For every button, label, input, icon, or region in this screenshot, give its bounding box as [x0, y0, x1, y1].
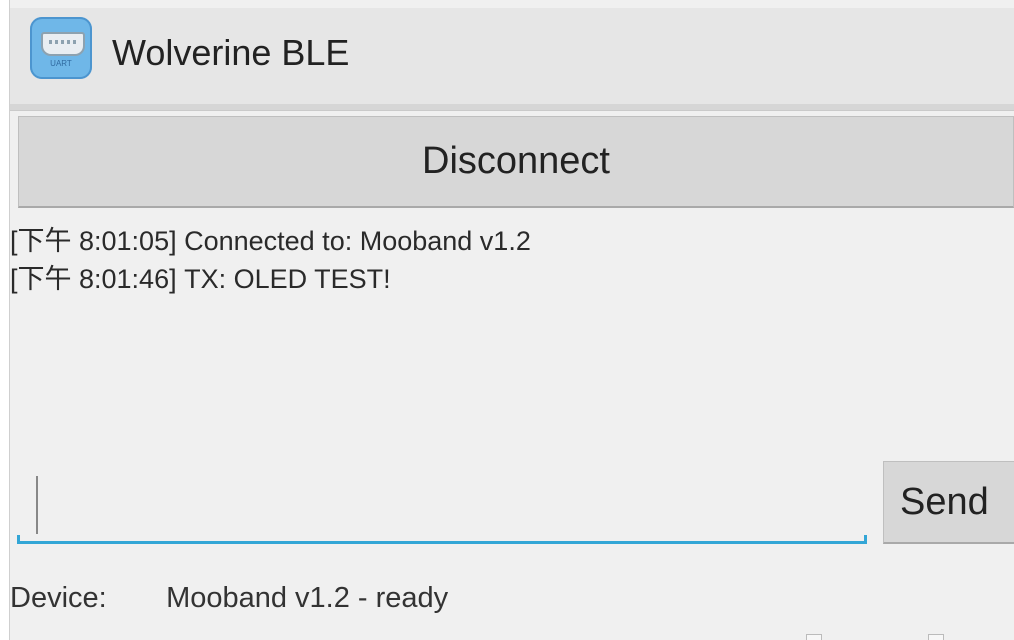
message-input[interactable]	[17, 470, 867, 542]
uart-connector-icon: UART	[30, 17, 92, 79]
bottom-edge-marks	[800, 632, 1014, 640]
serial-port-graphic	[41, 32, 85, 56]
device-status-label: Device:	[10, 582, 107, 614]
app-title: Wolverine BLE	[112, 32, 350, 73]
disconnect-button[interactable]: Disconnect	[18, 116, 1014, 208]
text-cursor	[36, 476, 38, 534]
log-line: [下午 8:01:05] Connected to: Mooband v1.2	[10, 226, 531, 256]
app-icon-caption: UART	[50, 59, 72, 68]
window-edge	[0, 0, 10, 640]
action-bar-divider	[10, 104, 1014, 111]
input-underline	[17, 535, 867, 544]
edge-mark	[806, 634, 822, 640]
device-status: Device: Mooband v1.2 - ready	[10, 582, 448, 622]
edge-mark	[928, 634, 944, 640]
message-input-container	[17, 470, 867, 545]
send-button[interactable]: Send	[883, 461, 1014, 544]
message-log: [下午 8:01:05] Connected to: Mooband v1.2 …	[10, 222, 1010, 298]
log-line: [下午 8:01:46] TX: OLED TEST!	[10, 264, 391, 294]
app-screen: UART Wolverine BLE Disconnect [下午 8:01:0…	[0, 0, 1014, 640]
device-status-value: Mooband v1.2 - ready	[166, 582, 449, 614]
